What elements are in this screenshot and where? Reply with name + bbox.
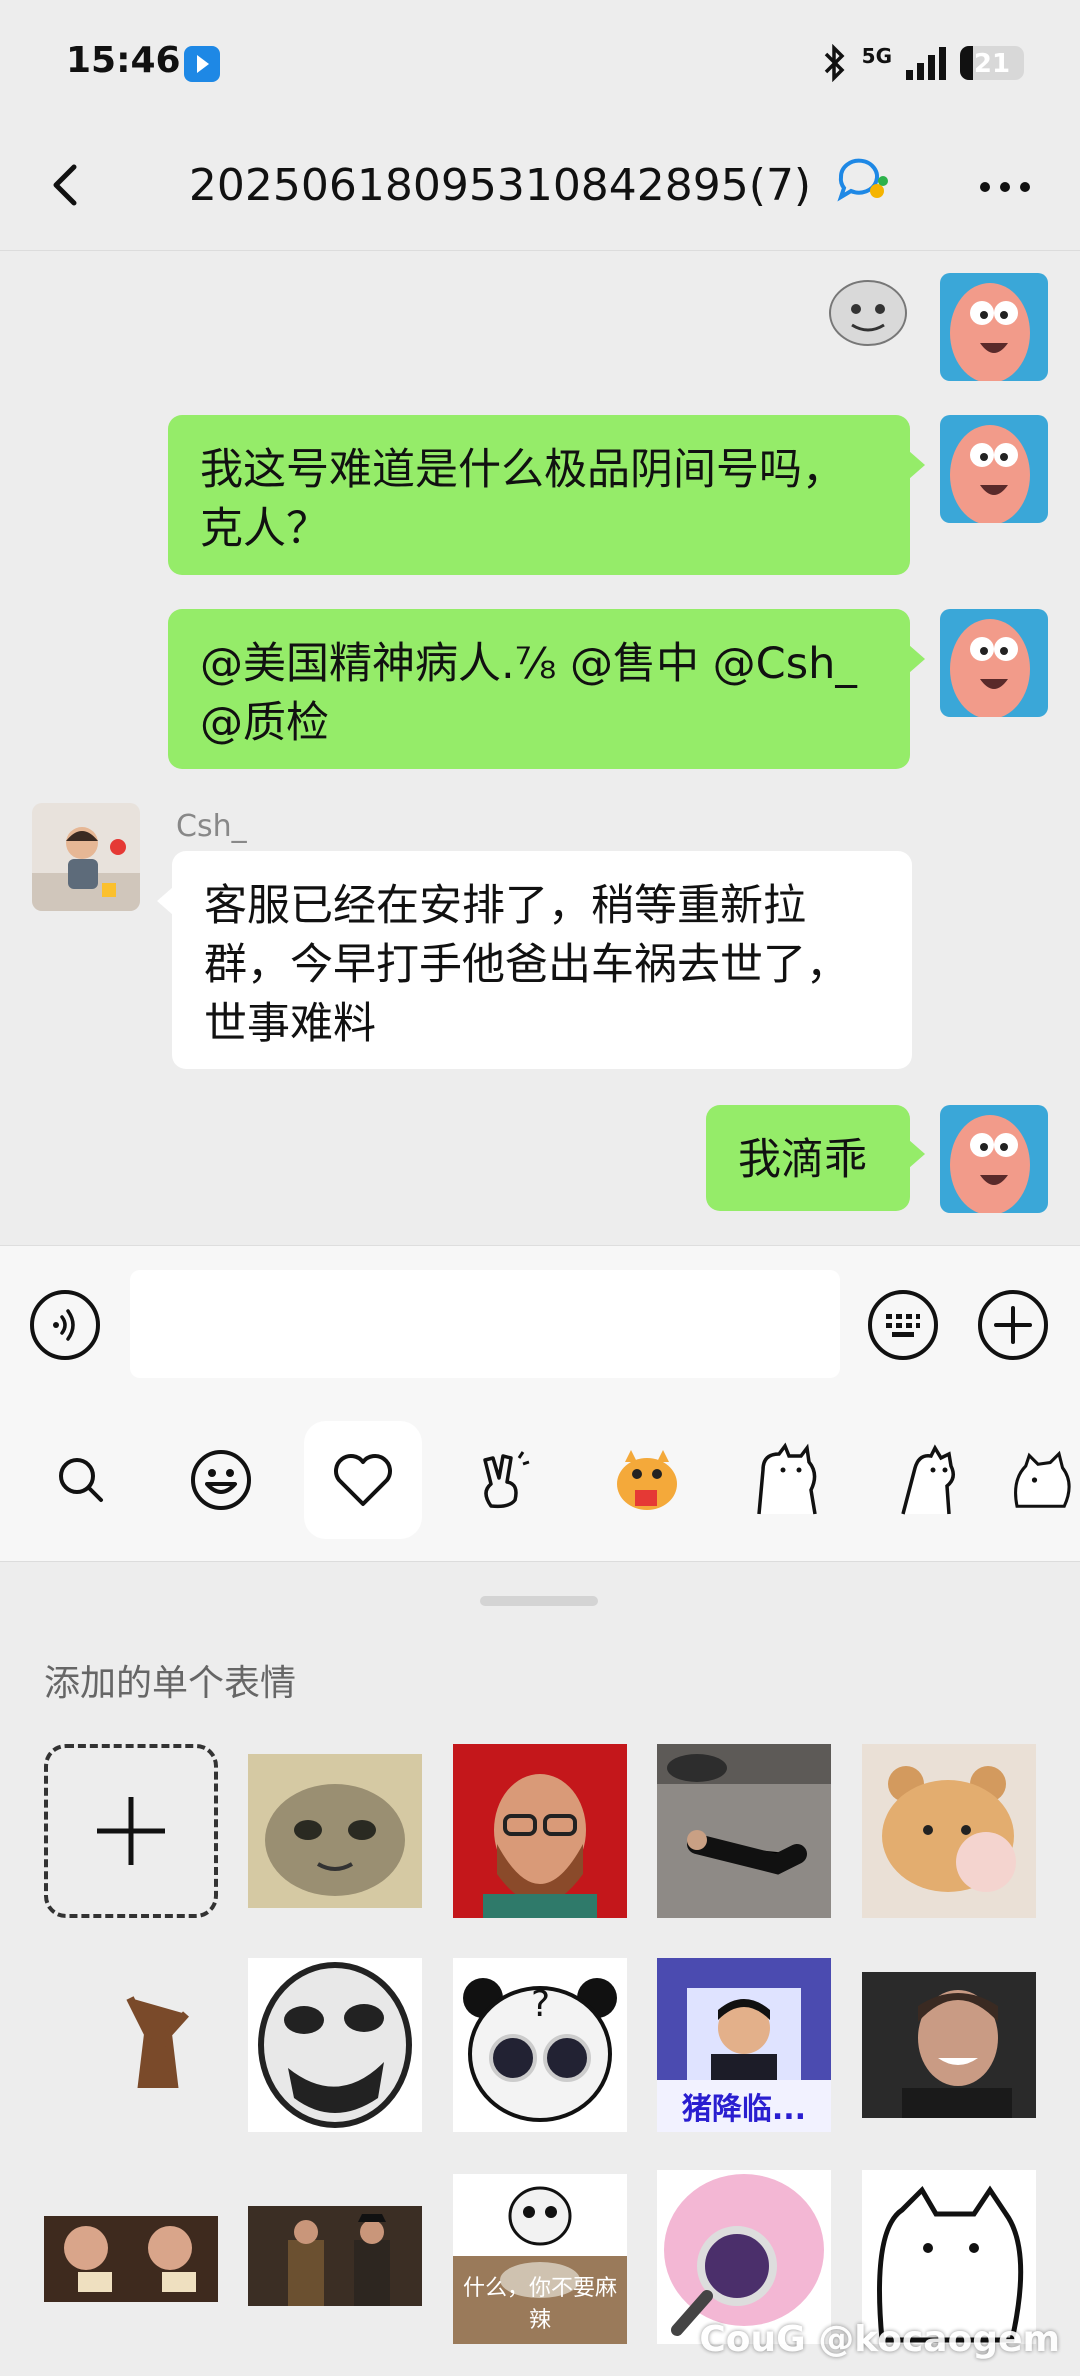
panda-sunglasses-sticker: ? (453, 1958, 627, 2132)
my-avatar[interactable] (940, 273, 1048, 381)
message-text-line: 我这号难道是什么极品阴间号吗， (200, 445, 845, 495)
sticker-tab-search[interactable] (22, 1421, 140, 1539)
reading-men-sticker (44, 2216, 218, 2302)
sticker-item[interactable] (862, 2170, 1036, 2344)
sticker-tab-cat-1[interactable] (730, 1421, 848, 1539)
dancing-man-sticker (126, 1996, 189, 2088)
input-bar (0, 1245, 1080, 1404)
status-time: 15:46 (66, 40, 181, 81)
cat-sticker-icon (901, 1444, 955, 1515)
heart-icon (334, 1454, 392, 1506)
sticker-tab-emoji[interactable] (162, 1421, 280, 1539)
more-dots-icon (980, 182, 1030, 192)
bear-toy-sticker (862, 1744, 1036, 1918)
lying-person-sticker (657, 1744, 831, 1918)
keyboard-toggle-button[interactable] (868, 1290, 938, 1360)
svg-text:?: ? (531, 1984, 550, 2025)
watermark: CouG @kocaogem (699, 2319, 1060, 2360)
peace-hand-icon (483, 1451, 530, 1509)
sticker-tab-cat-2[interactable] (870, 1421, 988, 1539)
smiling-man-car-sticker (862, 1972, 1036, 2118)
status-bar: 15:46 5G 21 (0, 0, 1080, 125)
cat-sticker-icon (757, 1442, 817, 1515)
sticker-item[interactable]: 什么，你不要麻辣 (453, 2170, 627, 2344)
keyboard-icon (886, 1314, 920, 1337)
message-text-line: @质检 (200, 698, 329, 748)
message-sticker[interactable] (826, 273, 910, 357)
message-text-line: 克人？ (200, 504, 329, 554)
anime-magnifier-sticker (657, 2170, 831, 2344)
bluetooth-icon (824, 44, 845, 82)
chat-title: 20250618095310842895(7) (188, 160, 812, 211)
message-text-line: 我滴乖 (738, 1135, 867, 1185)
sticker-item[interactable] (657, 2170, 831, 2344)
app-notification-icon (184, 46, 220, 82)
my-avatar[interactable] (940, 1105, 1048, 1213)
sticker-item[interactable] (248, 2170, 422, 2344)
sticker-tab-cat-3[interactable] (1010, 1421, 1080, 1539)
sticker-item[interactable] (248, 1958, 422, 2132)
panel-title: 添加的单个表情 (44, 1663, 297, 1704)
sticker-item[interactable] (453, 1744, 627, 1918)
sticker-caption: 猪降临... (657, 2080, 831, 2132)
message-text-line: 客服已经在安排了，稍等重新拉 (204, 881, 806, 931)
smile-icon (191, 1450, 251, 1510)
sticker-item[interactable] (862, 1744, 1036, 1918)
search-icon (59, 1458, 103, 1502)
my-avatar[interactable] (940, 609, 1048, 717)
panel-drag-handle[interactable] (480, 1596, 598, 1606)
more-functions-button[interactable] (978, 1290, 1048, 1360)
status-indicators: 5G 21 (822, 44, 1024, 82)
bearded-man-sticker (453, 1744, 627, 1918)
my-avatar[interactable] (940, 415, 1048, 523)
blurry-face-sticker (248, 1958, 422, 2132)
meme-face-sticker (829, 280, 907, 346)
movie-scene-sticker (248, 2206, 422, 2306)
sticker-tab-favorites[interactable] (304, 1421, 422, 1539)
message-text-line: @美国精神病人.⅞ @售中 @Csh_ (200, 639, 857, 689)
message-text-line: 群，今早打手他爸出车祸去世了， (204, 940, 849, 990)
cat-sticker-icon (1014, 1450, 1071, 1508)
message-text-line: 世事难料 (204, 999, 376, 1049)
chat-title-row[interactable]: 20250618095310842895(7) (0, 155, 1080, 216)
sticker-item[interactable] (862, 1958, 1036, 2132)
sticker-item[interactable]: 猪降临... (657, 1958, 831, 2132)
plus-icon (97, 1797, 165, 1865)
cartoon-cat-sticker (862, 2170, 1036, 2344)
signal-icon (906, 46, 946, 80)
sticker-tab-gesture[interactable] (444, 1421, 562, 1539)
sticker-item[interactable] (657, 1744, 831, 1918)
message-input[interactable] (130, 1270, 840, 1378)
chat-header: 20250618095310842895(7) (0, 125, 1080, 251)
message-list[interactable]: 我这号难道是什么极品阴间号吗， 克人？ @美国精神病人.⅞ @售中 @Csh_ … (0, 251, 1080, 1244)
sender-avatar-csh[interactable] (32, 803, 140, 911)
message-bubble-outgoing[interactable]: 我这号难道是什么极品阴间号吗， 克人？ (168, 415, 910, 575)
more-options-button[interactable] (970, 157, 1040, 217)
voice-input-button[interactable] (30, 1290, 100, 1360)
sticker-caption: 什么，你不要麻辣 (462, 2276, 617, 2333)
sticker-panel[interactable]: 添加的单个表情 ? 猪降临... 什么，你不要麻辣 CouG @kocaogem (0, 1562, 1080, 2376)
sender-name: Csh_ (176, 809, 247, 844)
plus-icon (994, 1306, 1032, 1344)
battery-icon: 21 (960, 46, 1024, 80)
dragon-sticker-icon (617, 1450, 677, 1510)
add-sticker-button[interactable] (44, 1744, 218, 1918)
message-bubble-incoming[interactable]: 客服已经在安排了，稍等重新拉 群，今早打手他爸出车祸去世了， 世事难料 (172, 851, 912, 1069)
sticker-item[interactable]: ? (453, 1958, 627, 2132)
voice-icon (53, 1309, 75, 1341)
network-type-label: 5G (861, 44, 892, 68)
message-bubble-outgoing[interactable]: @美国精神病人.⅞ @售中 @Csh_ @质检 (168, 609, 910, 769)
message-bubble-outgoing[interactable]: 我滴乖 (706, 1105, 910, 1211)
cat-meme-sticker (248, 1754, 422, 1908)
sticker-item[interactable] (44, 1958, 218, 2132)
group-chat-icon (833, 155, 891, 216)
sticker-item[interactable] (248, 1744, 422, 1918)
sticker-tab-dragon[interactable] (588, 1421, 706, 1539)
battery-level: 21 (973, 49, 1011, 79)
sticker-item[interactable] (44, 2170, 218, 2344)
sticker-tab-bar (0, 1403, 1080, 1562)
